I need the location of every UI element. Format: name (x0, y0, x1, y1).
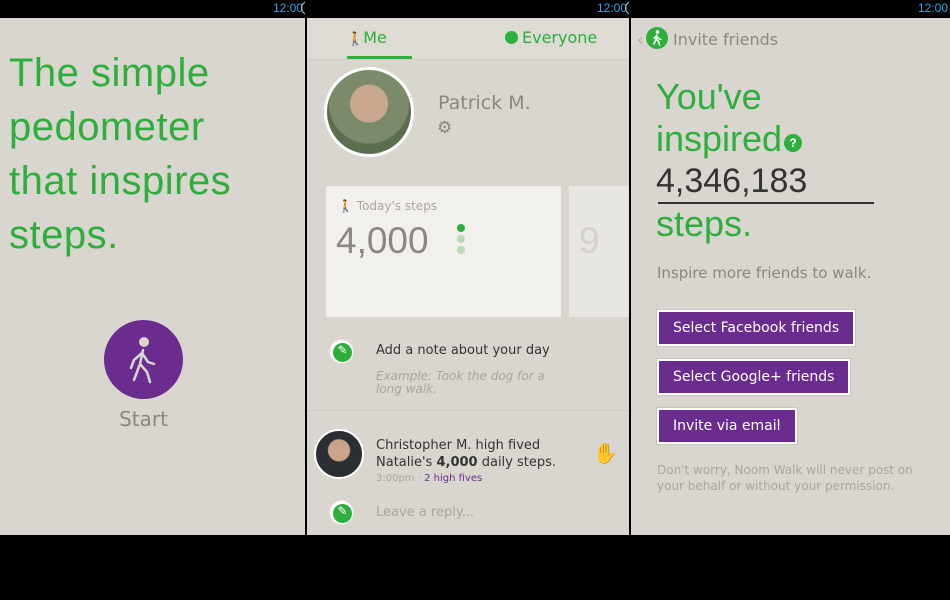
add-note-button[interactable]: ✎ (329, 339, 354, 364)
note-title[interactable]: Add a note about your day (376, 343, 550, 358)
feed-text-after: daily steps. (477, 455, 557, 470)
google-button[interactable]: Select Google+ friends (657, 359, 851, 395)
tab-bar: 🚶Me Everyone (307, 18, 629, 60)
status-clock: 12:00 (917, 1, 948, 15)
email-button[interactable]: Invite via email (657, 408, 797, 444)
back-arrow-icon[interactable]: ‹ (637, 30, 643, 49)
divider (307, 410, 629, 411)
feed-text-bold: 4,000 (436, 455, 478, 470)
walker-icon (646, 27, 668, 49)
feed-meta: 3:00pm · 2 high fives (376, 473, 482, 484)
screen-me: 12:00 N 🚶Me Everyone Patrick M. ⚙ 🚶 Toda… (307, 0, 629, 535)
next-steps-value: 9 (579, 220, 600, 261)
note-example: Example: Took the dog for a long walk. (376, 369, 545, 396)
status-clock: 12:00 (272, 1, 303, 15)
status-bar: 12:00 N (0, 0, 305, 18)
next-steps-card[interactable]: 9 (569, 186, 629, 317)
disclaimer: Don't worry, Noom Walk will never post o… (657, 463, 913, 493)
header-bar[interactable]: ‹ Invite friends (631, 18, 950, 60)
gear-icon[interactable]: ⚙ (437, 118, 452, 138)
high-fives-link[interactable]: 2 high fives (424, 473, 482, 484)
progress-dot (457, 246, 465, 254)
subtitle: Inspire more friends to walk. (657, 264, 872, 282)
status-bar: 12:00 (631, 0, 950, 18)
reply-input[interactable]: Leave a reply... (376, 505, 474, 520)
tagline-line: The simple (9, 51, 210, 95)
progress-dot (457, 235, 465, 243)
steps-label-text: Today's steps (356, 199, 438, 213)
walker-icon (129, 337, 156, 384)
feed-avatar[interactable] (314, 429, 364, 479)
screen-invite: 12:00 ‹ Invite friends You've inspired? … (631, 0, 950, 535)
headline-inspired: inspired (656, 118, 783, 159)
screen-start: 12:00 N The simple pedometer that inspir… (0, 0, 305, 535)
feed-item-text: Christopher M. high fived Natalie's 4,00… (376, 437, 566, 471)
walker-icon: 🚶 (347, 32, 364, 47)
facebook-button[interactable]: Select Facebook friends (657, 310, 856, 346)
header-title: Invite friends (673, 30, 779, 49)
tagline-line: steps. (9, 213, 119, 257)
tab-everyone-label: Everyone (522, 28, 598, 47)
hand-icon[interactable]: ✋ (593, 441, 618, 465)
help-icon[interactable]: ? (784, 134, 803, 152)
steps-card-label: 🚶 Today's steps (338, 199, 437, 213)
tagline-line: that inspires (9, 159, 232, 203)
headline-line: steps. (656, 203, 753, 244)
walker-icon: 🚶 (338, 199, 353, 213)
start-button[interactable] (104, 320, 183, 399)
tagline-line: pedometer (9, 105, 205, 149)
reply-button[interactable]: ✎ (329, 500, 354, 525)
pencil-icon: ✎ (337, 504, 348, 518)
feed-time: 3:00pm (376, 473, 415, 484)
tab-me[interactable]: 🚶Me (347, 28, 387, 47)
pencil-icon: ✎ (337, 343, 348, 357)
headline-line: inspired? (656, 118, 803, 160)
status-clock: 12:00 (596, 1, 627, 15)
progress-dot (457, 224, 465, 232)
feed-separator: · (417, 473, 421, 484)
steps-card[interactable]: 🚶 Today's steps 4,000 (326, 186, 561, 317)
tagline: The simple pedometer that inspires steps… (9, 46, 231, 262)
headline-line: You've (656, 76, 762, 117)
active-tab-indicator (347, 56, 412, 59)
user-name: Patrick M. (438, 92, 531, 114)
status-bar: 12:00 N (307, 0, 629, 18)
globe-icon (505, 31, 518, 44)
start-label: Start (119, 407, 168, 431)
tab-me-label: Me (363, 28, 387, 47)
avatar[interactable] (324, 67, 414, 157)
tab-everyone[interactable]: Everyone (505, 28, 597, 47)
inspired-count: 4,346,183 (656, 162, 808, 200)
steps-value: 4,000 (336, 220, 429, 261)
